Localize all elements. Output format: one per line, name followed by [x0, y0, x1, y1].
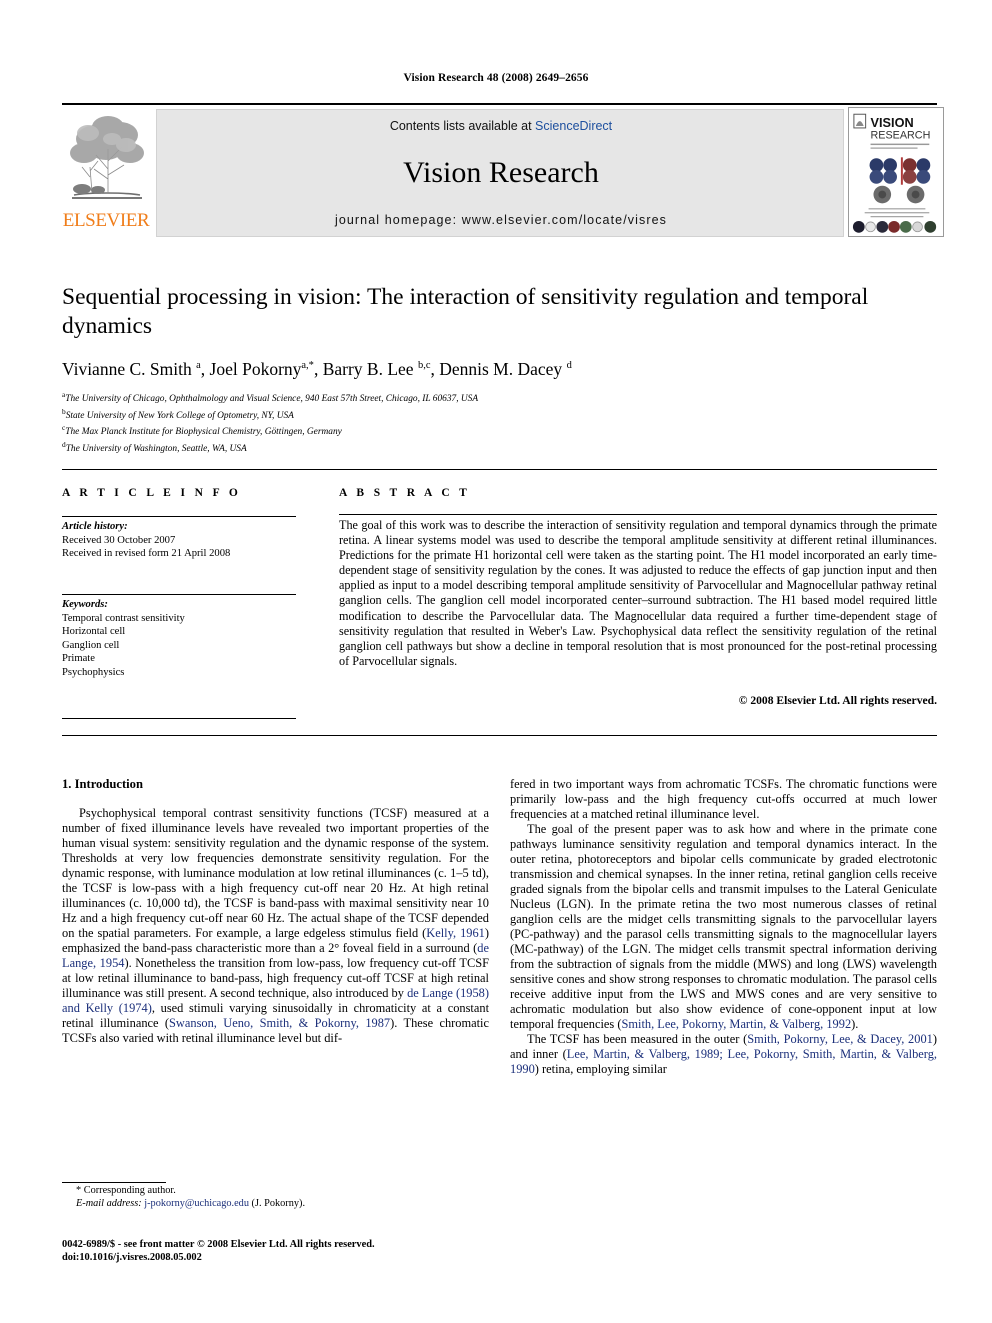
journal-title: Vision Research [403, 156, 599, 189]
copyright-line: © 2008 Elsevier Ltd. All rights reserved… [738, 694, 937, 707]
divider-keywords [62, 594, 296, 595]
email-link[interactable]: j-pokorny@uchicago.edu [144, 1198, 249, 1209]
affiliation-item: aThe University of Chicago, Ophthalmolog… [62, 389, 922, 406]
affiliation-item: dThe University of Washington, Seattle, … [62, 439, 922, 456]
journal-homepage[interactable]: journal homepage: www.elsevier.com/locat… [157, 213, 845, 227]
sciencedirect-link[interactable]: ScienceDirect [535, 119, 612, 133]
abstract-heading: A B S T R A C T [339, 487, 471, 499]
keywords-block: Keywords: Temporal contrast sensitivity … [62, 598, 296, 680]
divider-info-bottom [62, 718, 296, 719]
elsevier-tree-icon [68, 109, 146, 209]
article-history-item: Received 30 October 2007 [62, 534, 176, 546]
page-title: Sequential processing in vision: The int… [62, 284, 869, 339]
keyword-item: Horizontal cell [62, 626, 126, 638]
abstract-text: The goal of this work was to describe th… [339, 518, 937, 668]
journal-cover-thumbnail: VISION RESEARCH [848, 107, 944, 237]
paragraph: fered in two important ways from achroma… [510, 777, 937, 821]
svg-text:VISION: VISION [871, 115, 914, 130]
journal-masthead: ELSEVIER Contents lists available at Sci… [62, 103, 944, 238]
footnote-divider [62, 1182, 166, 1183]
running-head: Vision Research 48 (2008) 2649–2656 [403, 72, 589, 84]
article-info-heading: A R T I C L E I N F O [62, 487, 242, 499]
corresponding-author-note: * Corresponding author. [76, 1185, 176, 1196]
elsevier-wordmark: ELSEVIER [62, 210, 150, 231]
elsevier-logo: ELSEVIER [62, 109, 150, 237]
affiliation-text: The Max Planck Institute for Biophysical… [65, 427, 342, 438]
affiliation-text: The University of Washington, Seattle, W… [65, 444, 247, 455]
divider-below-abstract [62, 735, 937, 736]
svg-text:RESEARCH: RESEARCH [871, 130, 931, 142]
keyword-item: Ganglion cell [62, 639, 120, 651]
divider-abstract [339, 514, 937, 515]
imprint-block: 0042-6989/$ - see front matter © 2008 El… [62, 1238, 522, 1265]
paragraph: The TCSF has been measured in the outer … [510, 1032, 938, 1076]
affiliation-list: aThe University of Chicago, Ophthalmolog… [62, 389, 922, 456]
divider-above-info [62, 469, 937, 470]
paragraph: The goal of the present paper was to ask… [510, 822, 937, 1031]
keyword-item: Primate [62, 653, 95, 665]
article-history-block: Article history: Received 30 October 200… [62, 520, 296, 561]
body-column-left: 1. Introduction Psychophysical temporal … [62, 777, 489, 1046]
contents-prefix: Contents lists available at [389, 119, 536, 133]
email-note: E-mail address: j-pokorny@uchicago.edu (… [62, 1197, 489, 1210]
footnote-block: * Corresponding author. E-mail address: … [62, 1184, 489, 1211]
email-label: E-mail address: [76, 1198, 142, 1210]
keyword-item: Temporal contrast sensitivity [62, 612, 185, 624]
keyword-item: Psychophysics [62, 666, 125, 678]
issn-line: 0042-6989/$ - see front matter © 2008 El… [62, 1239, 375, 1250]
email-owner: (J. Pokorny). [251, 1198, 306, 1210]
affiliation-text: The University of Chicago, Ophthalmology… [65, 394, 479, 405]
body-column-right: fered in two important ways from achroma… [510, 777, 937, 1077]
contents-available-line: Contents lists available at ScienceDirec… [157, 119, 845, 133]
article-page: Vision Research 48 (2008) 2649–2656 ELSE… [0, 0, 992, 1323]
doi-line[interactable]: doi:10.1016/j.visres.2008.05.002 [62, 1251, 522, 1264]
author-list: Vivianne C. Smith a, Joel Pokornya,*, Ba… [62, 358, 572, 379]
journal-banner: Contents lists available at ScienceDirec… [156, 109, 844, 237]
affiliation-item: cThe Max Planck Institute for Biophysica… [62, 422, 922, 439]
paragraph: Psychophysical temporal contrast sensiti… [62, 806, 490, 1045]
section-heading-introduction: 1. Introduction [62, 777, 143, 791]
affiliation-text: State University of New York College of … [65, 410, 294, 421]
affiliation-item: bState University of New York College of… [62, 406, 922, 423]
article-history-item: Received in revised form 21 April 2008 [62, 548, 231, 560]
keywords-label: Keywords: [62, 599, 108, 610]
article-history-label: Article history: [62, 521, 128, 532]
divider-article-info [62, 516, 296, 517]
